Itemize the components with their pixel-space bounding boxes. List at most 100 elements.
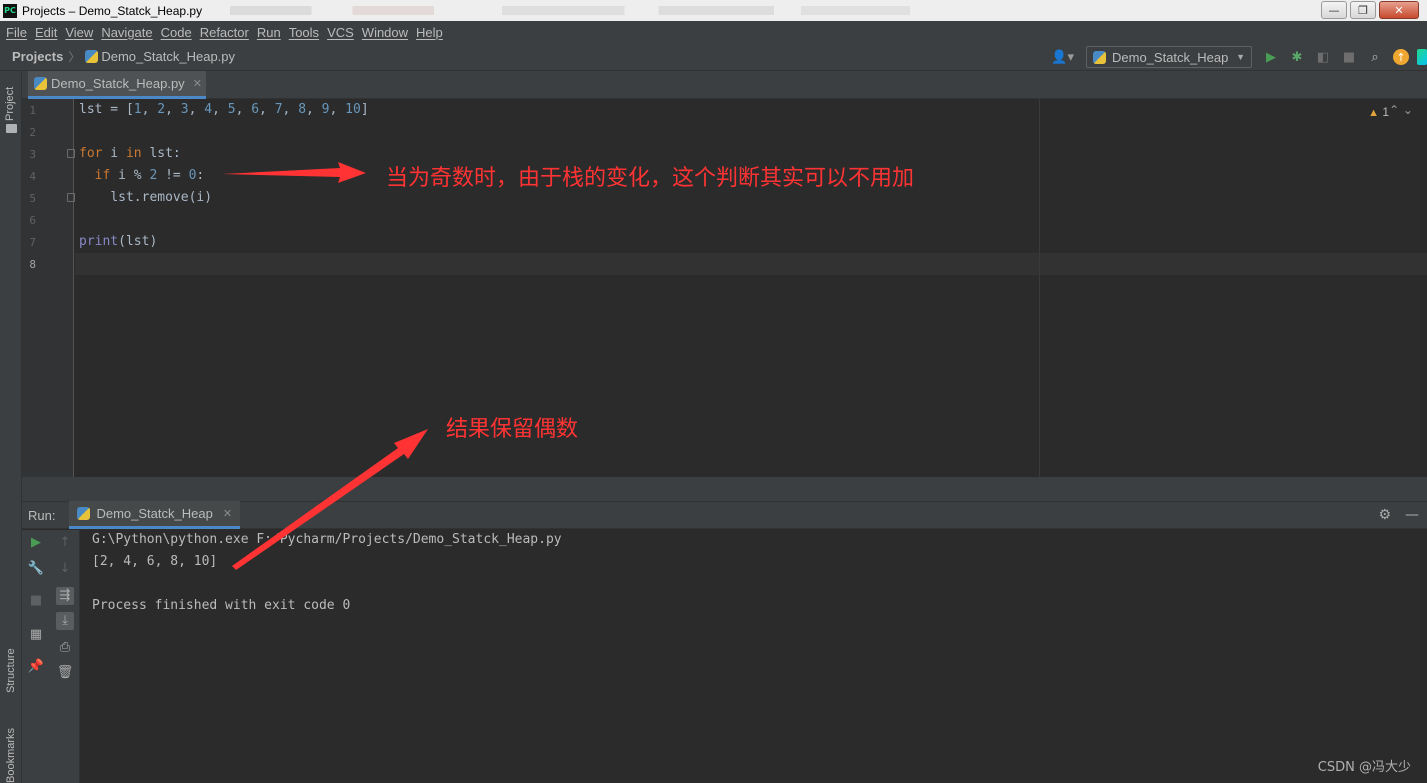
menu-edit[interactable]: Edit	[35, 25, 57, 40]
pycharm-app-icon: PC	[3, 3, 17, 18]
inspection-widget[interactable]: ▲ 1	[1368, 105, 1389, 119]
close-tab-icon[interactable]: ✕	[193, 77, 202, 90]
run-icon[interactable]: ▶	[1258, 50, 1284, 65]
python-config-icon	[1093, 50, 1106, 64]
menu-tools[interactable]: Tools	[289, 25, 319, 40]
code-token: !=	[157, 168, 189, 183]
code-token: if	[94, 168, 111, 183]
update-arrow-icon[interactable]: ↑	[1393, 49, 1409, 65]
console-line: G:\Python\python.exe F:/Pycharm/Projects…	[92, 532, 562, 547]
line-number-gutter: 1 2 3 4 5 6 7 8	[22, 99, 75, 477]
close-window-button[interactable]: ✕	[1379, 1, 1419, 19]
left-tool-strip: Project Structure Bookmarks	[0, 71, 22, 783]
menu-view[interactable]: View	[65, 25, 93, 40]
close-tab-icon[interactable]: ✕	[223, 507, 232, 520]
python-file-icon	[85, 50, 99, 63]
breadcrumb-file[interactable]: Demo_Statck_Heap.py	[85, 49, 235, 64]
menu-vcs[interactable]: VCS	[327, 25, 354, 40]
search-icon[interactable]: ⌕	[1362, 50, 1388, 65]
print-icon[interactable]: ⎙	[56, 639, 74, 657]
line-number: 2	[29, 126, 36, 139]
python-file-icon	[34, 77, 47, 90]
project-tool-button[interactable]: Project	[4, 87, 16, 121]
code-token: :	[196, 168, 205, 183]
down-arrow-icon[interactable]: ↓	[56, 560, 74, 578]
editor-tab-bar: Demo_Statck_Heap.py ✕	[22, 71, 1427, 99]
blurred-taskbar-area	[230, 6, 910, 15]
run-configuration-label: Demo_Statck_Heap	[1112, 49, 1229, 65]
annotation-text-top: 当为奇数时，由于栈的变化，这个判断其实可以不用加	[386, 166, 915, 191]
gear-icon[interactable]: ⚙	[1378, 507, 1391, 523]
code-token: lst.remove(i)	[110, 190, 213, 205]
menu-code[interactable]: Code	[161, 25, 192, 40]
python-run-icon	[77, 507, 91, 520]
line-number: 5	[29, 192, 36, 205]
fold-marker-icon[interactable]	[67, 149, 75, 158]
run-tab[interactable]: Demo_Statck_Heap ✕	[69, 501, 241, 529]
chevron-down-icon: ▼	[1236, 52, 1245, 62]
trash-icon[interactable]: 🗑	[56, 664, 74, 682]
code-token: (lst)	[118, 234, 158, 249]
editor-tab[interactable]: Demo_Statck_Heap.py ✕	[28, 71, 206, 99]
right-margin-guide	[1039, 99, 1040, 477]
jetbrains-logo-icon[interactable]	[1417, 49, 1427, 65]
code-token: ]	[360, 102, 369, 117]
bookmarks-tool-button[interactable]: Bookmarks	[5, 728, 17, 783]
run-toolbar: ▶ 🔧 ■ ▦ 📌 ↑ ↓ ⇶ ⤓ ⎙ 🗑	[22, 530, 80, 783]
coverage-icon[interactable]: ◧	[1310, 50, 1336, 65]
menu-help[interactable]: Help	[416, 25, 443, 40]
restore-layout-icon[interactable]: ▦	[27, 626, 45, 644]
breadcrumb-file-label: Demo_Statck_Heap.py	[101, 49, 236, 64]
code-token: 2	[157, 102, 166, 117]
maximize-button[interactable]: ❐	[1350, 1, 1376, 19]
window-title: Projects – Demo_Statck_Heap.py	[22, 3, 203, 18]
warning-triangle-icon: ▲	[1368, 107, 1379, 119]
run-panel-label: Run:	[28, 507, 56, 523]
stop-icon[interactable]: ■	[27, 592, 45, 610]
run-panel-header: Run: Demo_Statck_Heap ✕ ⚙ —	[22, 501, 1427, 529]
editor-bottom-scroll-area[interactable]	[22, 477, 1427, 501]
rerun-icon[interactable]: ▶	[27, 534, 45, 552]
menu-file[interactable]: File	[6, 25, 27, 40]
wrench-icon[interactable]: 🔧	[27, 560, 45, 578]
line-number: 4	[29, 170, 36, 183]
code-token: 8	[298, 102, 307, 117]
up-arrow-icon[interactable]: ↑	[56, 534, 74, 552]
soft-wrap-icon[interactable]: ⇶	[56, 587, 74, 605]
line-number: 3	[29, 148, 36, 161]
fold-marker-icon[interactable]	[67, 193, 75, 202]
run-tab-label: Demo_Statck_Heap	[96, 506, 213, 521]
editor-tab-label: Demo_Statck_Heap.py	[51, 76, 185, 91]
navbar-toolbar: 👤▾ Demo_Statck_Heap ▼ ▶ ✱ ◧ ■ ⌕ ↑	[1051, 43, 1427, 71]
stop-icon[interactable]: ■	[1336, 50, 1362, 65]
breadcrumb-projects[interactable]: Projects	[12, 49, 63, 64]
menu-window[interactable]: Window	[362, 25, 408, 40]
menu-bar: File Edit View Navigate Code Refactor Ru…	[0, 21, 1427, 43]
pin-tab-icon[interactable]: 📌	[27, 658, 45, 676]
menu-navigate[interactable]: Navigate	[101, 25, 152, 40]
scroll-to-end-icon[interactable]: ⤓	[56, 612, 74, 630]
chevron-up-down-icon[interactable]: ⌃ ⌄	[1389, 103, 1413, 117]
watermark: CSDN @冯大少	[1317, 760, 1411, 775]
line-number: 7	[29, 236, 36, 249]
window-controls: — ❐ ✕	[1321, 1, 1419, 19]
window-titlebar: PC Projects – Demo_Statck_Heap.py — ❐ ✕	[0, 0, 1427, 21]
navigation-bar: Projects 〉 Demo_Statck_Heap.py 👤▾ Demo_S…	[0, 43, 1427, 71]
console-line: Process finished with exit code 0	[92, 598, 351, 613]
code-token: 10	[345, 102, 361, 117]
code-token: 9	[321, 102, 330, 117]
code-token: lst = [	[79, 102, 134, 117]
debug-bug-icon[interactable]: ✱	[1284, 50, 1310, 65]
run-configuration-select[interactable]: Demo_Statck_Heap ▼	[1086, 46, 1252, 68]
folder-icon[interactable]	[6, 124, 17, 133]
menu-refactor[interactable]: Refactor	[200, 25, 249, 40]
code-token: 3	[180, 102, 189, 117]
hide-panel-icon[interactable]: —	[1405, 507, 1419, 523]
code-line-3: for i in lst:	[79, 143, 181, 165]
line-number: 1	[29, 104, 36, 117]
minimize-button[interactable]: —	[1321, 1, 1347, 19]
menu-run[interactable]: Run	[257, 25, 281, 40]
structure-tool-button[interactable]: Structure	[5, 648, 17, 693]
run-console[interactable]: G:\Python\python.exe F:/Pycharm/Projects…	[80, 530, 1427, 783]
user-account-icon[interactable]: 👤▾	[1051, 50, 1074, 65]
